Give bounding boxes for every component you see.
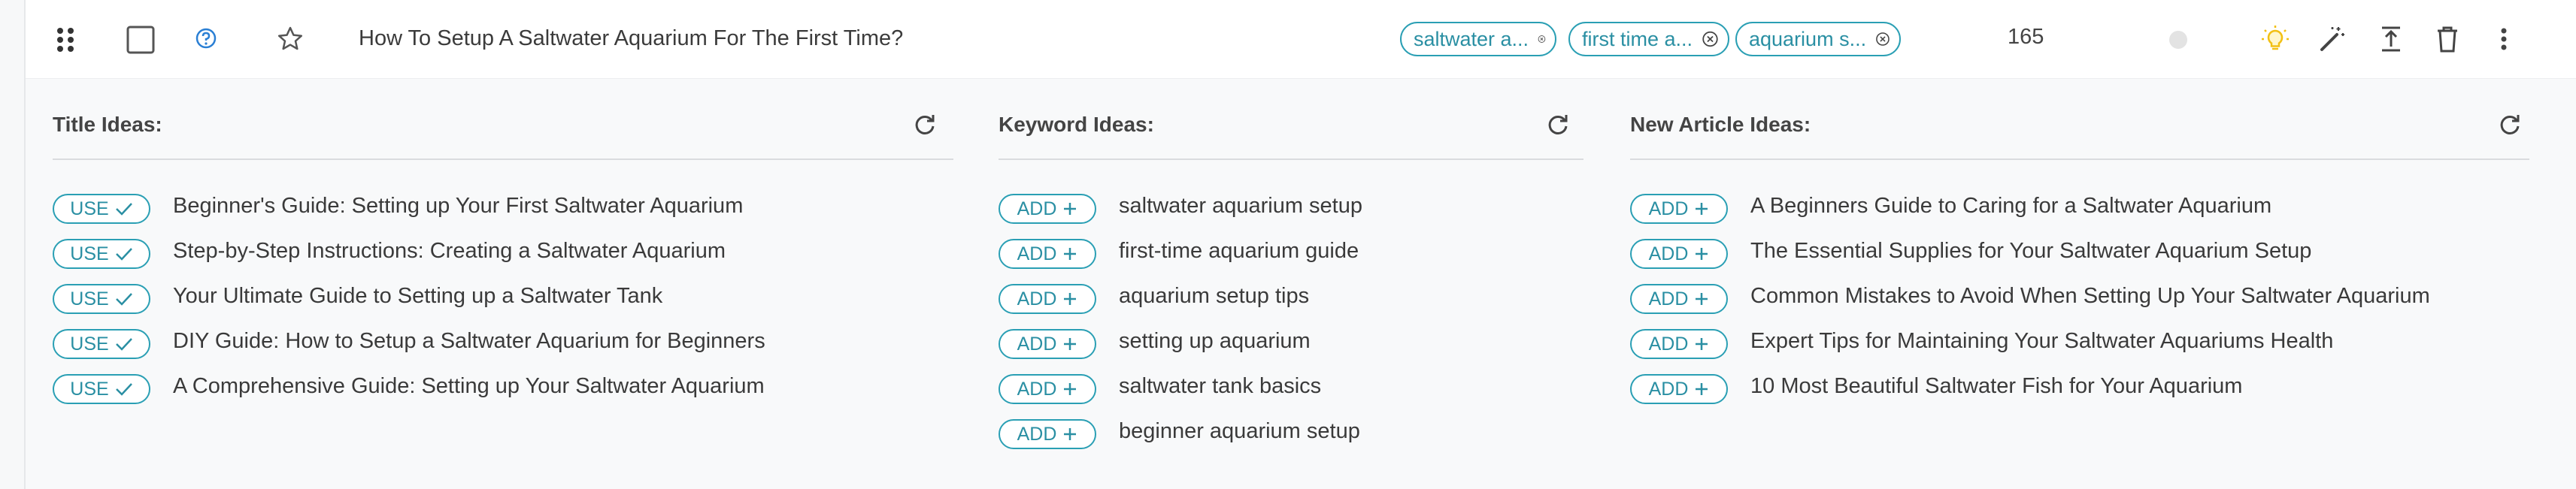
plus-icon bbox=[1696, 383, 1708, 395]
add-button[interactable]: ADD bbox=[1630, 374, 1728, 404]
use-button[interactable]: USE bbox=[53, 239, 150, 269]
article-row: How To Setup A Saltwater Aquarium For Th… bbox=[26, 0, 2576, 79]
keyword-idea: aquarium setup tips bbox=[1119, 284, 1310, 308]
add-button-label: ADD bbox=[1017, 198, 1057, 219]
plus-icon bbox=[1064, 293, 1077, 305]
word-count: 165 bbox=[2008, 25, 2044, 49]
add-button[interactable]: ADD bbox=[999, 419, 1096, 449]
checkbox-icon[interactable] bbox=[126, 26, 155, 54]
add-button-label: ADD bbox=[1648, 243, 1689, 264]
add-button[interactable]: ADD bbox=[999, 194, 1096, 224]
title-idea: A Comprehensive Guide: Setting up Your S… bbox=[173, 374, 765, 398]
check-icon bbox=[115, 293, 132, 306]
add-button-label: ADD bbox=[1648, 378, 1689, 400]
close-circle-icon[interactable] bbox=[1702, 29, 1719, 49]
use-button-label: USE bbox=[70, 378, 109, 400]
plus-icon bbox=[1064, 338, 1077, 350]
use-button[interactable]: USE bbox=[53, 329, 150, 359]
article-idea: Expert Tips for Maintaining Your Saltwat… bbox=[1750, 329, 2334, 353]
keyword-idea: saltwater aquarium setup bbox=[1119, 194, 1362, 218]
add-button[interactable]: ADD bbox=[999, 374, 1096, 404]
divider bbox=[999, 158, 1583, 160]
use-button[interactable]: USE bbox=[53, 194, 150, 224]
keyword-tag[interactable]: first time a... bbox=[1568, 22, 1729, 56]
trash-icon[interactable] bbox=[2434, 24, 2461, 54]
use-button-label: USE bbox=[70, 288, 109, 309]
use-button-label: USE bbox=[70, 198, 109, 219]
title-idea: Beginner's Guide: Setting up Your First … bbox=[173, 194, 744, 218]
plus-icon bbox=[1696, 293, 1708, 305]
article-idea: A Beginners Guide to Caring for a Saltwa… bbox=[1750, 194, 2272, 218]
refresh-icon[interactable] bbox=[913, 113, 937, 137]
idea-panel-row: How To Setup A Saltwater Aquarium For Th… bbox=[24, 0, 2576, 489]
magic-wand-icon[interactable] bbox=[2317, 24, 2347, 54]
add-button[interactable]: ADD bbox=[999, 284, 1096, 314]
add-button[interactable]: ADD bbox=[1630, 284, 1728, 314]
title-idea: Your Ultimate Guide to Setting up a Salt… bbox=[173, 284, 663, 308]
title-idea: DIY Guide: How to Setup a Saltwater Aqua… bbox=[173, 329, 765, 353]
lightbulb-icon[interactable] bbox=[2260, 24, 2290, 54]
plus-icon bbox=[1696, 248, 1708, 260]
plus-icon bbox=[1064, 203, 1077, 215]
use-button[interactable]: USE bbox=[53, 374, 150, 404]
check-icon bbox=[115, 383, 132, 396]
use-button-label: USE bbox=[70, 333, 109, 355]
article-idea: Common Mistakes to Avoid When Setting Up… bbox=[1750, 284, 2430, 308]
divider bbox=[53, 158, 953, 160]
check-icon bbox=[115, 248, 132, 261]
add-button-label: ADD bbox=[1648, 333, 1689, 355]
divider bbox=[1630, 158, 2529, 160]
add-button-label: ADD bbox=[1017, 333, 1057, 355]
keyword-idea: setting up aquarium bbox=[1119, 329, 1311, 353]
refresh-icon[interactable] bbox=[2498, 113, 2522, 137]
tag-label: aquarium s... bbox=[1749, 27, 1867, 50]
keyword-idea: first-time aquarium guide bbox=[1119, 239, 1359, 263]
add-button[interactable]: ADD bbox=[1630, 194, 1728, 224]
plus-icon bbox=[1064, 428, 1077, 440]
plus-icon bbox=[1064, 383, 1077, 395]
keyword-ideas-heading: Keyword Ideas: bbox=[999, 113, 1154, 136]
title-ideas-heading: Title Ideas: bbox=[53, 113, 162, 136]
more-vertical-icon[interactable] bbox=[2499, 27, 2508, 51]
check-icon bbox=[115, 338, 132, 351]
tag-label: saltwater a... bbox=[1414, 27, 1529, 50]
status-dot-icon bbox=[2169, 31, 2187, 49]
plus-icon bbox=[1064, 248, 1077, 260]
use-button-label: USE bbox=[70, 243, 109, 264]
close-circle-icon[interactable] bbox=[1538, 29, 1546, 49]
add-button[interactable]: ADD bbox=[1630, 329, 1728, 359]
add-button-label: ADD bbox=[1017, 288, 1057, 309]
add-button[interactable]: ADD bbox=[999, 239, 1096, 269]
star-icon[interactable] bbox=[277, 26, 304, 53]
add-button[interactable]: ADD bbox=[999, 329, 1096, 359]
export-icon[interactable] bbox=[2376, 24, 2406, 54]
use-button[interactable]: USE bbox=[53, 284, 150, 314]
add-button[interactable]: ADD bbox=[1630, 239, 1728, 269]
article-ideas-heading: New Article Ideas: bbox=[1630, 113, 1811, 136]
article-idea: The Essential Supplies for Your Saltwate… bbox=[1750, 239, 2312, 263]
close-circle-icon[interactable] bbox=[1875, 29, 1890, 49]
plus-icon bbox=[1696, 203, 1708, 215]
check-icon bbox=[115, 203, 132, 216]
article-idea: 10 Most Beautiful Saltwater Fish for You… bbox=[1750, 374, 2243, 398]
plus-icon bbox=[1696, 338, 1708, 350]
add-button-label: ADD bbox=[1017, 423, 1057, 445]
keyword-idea: beginner aquarium setup bbox=[1119, 419, 1360, 443]
add-button-label: ADD bbox=[1648, 288, 1689, 309]
add-button-label: ADD bbox=[1017, 243, 1057, 264]
add-button-label: ADD bbox=[1017, 378, 1057, 400]
article-title[interactable]: How To Setup A Saltwater Aquarium For Th… bbox=[359, 26, 903, 51]
keyword-tag[interactable]: saltwater a... bbox=[1400, 22, 1556, 56]
help-circle-icon[interactable] bbox=[195, 27, 217, 50]
add-button-label: ADD bbox=[1648, 198, 1689, 219]
keyword-idea: saltwater tank basics bbox=[1119, 374, 1322, 398]
tag-label: first time a... bbox=[1582, 27, 1693, 50]
title-idea: Step-by-Step Instructions: Creating a Sa… bbox=[173, 239, 726, 263]
keyword-tag[interactable]: aquarium s... bbox=[1735, 22, 1901, 56]
drag-handle-icon[interactable] bbox=[56, 27, 75, 53]
refresh-icon[interactable] bbox=[1546, 113, 1570, 137]
